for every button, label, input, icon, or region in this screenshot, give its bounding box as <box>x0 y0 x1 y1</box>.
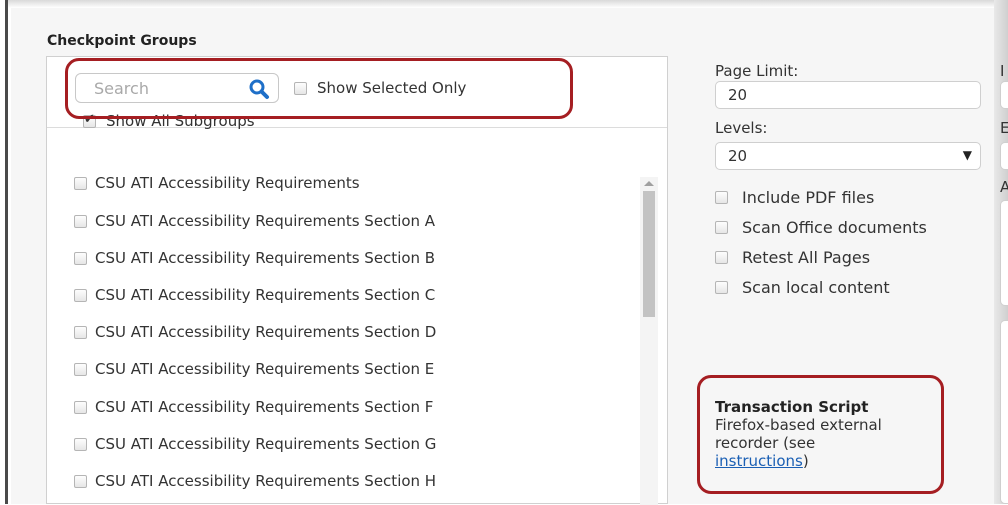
levels-label: Levels: <box>715 119 768 137</box>
scan-local-content-option[interactable]: Scan local content <box>715 278 890 297</box>
partial-column-label-1: I <box>1000 62 1005 80</box>
list-item-label: CSU ATI Accessibility Requirements <box>95 174 360 192</box>
list-item[interactable]: CSU ATI Accessibility Requirements Secti… <box>74 472 436 490</box>
partial-column-label-3: A <box>1000 178 1008 196</box>
list-item[interactable]: CSU ATI Accessibility Requirements Secti… <box>74 360 434 378</box>
list-scrollbar[interactable] <box>640 177 658 505</box>
list-item[interactable]: CSU ATI Accessibility Requirements Secti… <box>74 286 435 304</box>
list-item-label: CSU ATI Accessibility Requirements Secti… <box>95 249 436 267</box>
page-limit-label: Page Limit: <box>715 62 799 80</box>
list-item-checkbox[interactable] <box>74 362 87 376</box>
partial-column-label-2: E <box>1000 119 1008 137</box>
list-item-label: CSU ATI Accessibility Requirements Secti… <box>95 472 437 490</box>
list-item[interactable]: CSU ATI Accessibility Requirements Secti… <box>74 435 436 453</box>
list-item[interactable]: CSU ATI Accessibility Requirements Secti… <box>74 249 435 267</box>
list-item-label: CSU ATI Accessibility Requirements Secti… <box>95 360 435 378</box>
window-left-edge <box>0 0 8 504</box>
include-pdf-label: Include PDF files <box>742 188 875 207</box>
list-item-checkbox[interactable] <box>74 214 87 228</box>
page-limit-field[interactable] <box>715 81 981 109</box>
list-item[interactable]: CSU ATI Accessibility Requirements Secti… <box>74 212 435 230</box>
list-item-checkbox[interactable] <box>74 474 87 488</box>
checkpoint-groups-panel: Show Selected Only Show All Subgroups CS… <box>46 56 668 505</box>
list-item[interactable]: CSU ATI Accessibility Requirements Secti… <box>74 323 436 341</box>
list-item-label: CSU ATI Accessibility Requirements Secti… <box>95 286 436 304</box>
scan-office-checkbox[interactable] <box>715 221 728 234</box>
partial-column-textarea[interactable] <box>1000 200 1008 306</box>
list-item-label: CSU ATI Accessibility Requirements Secti… <box>95 212 436 230</box>
list-item-label: CSU ATI Accessibility Requirements Secti… <box>95 323 437 341</box>
scan-local-content-label: Scan local content <box>742 278 890 297</box>
include-pdf-checkbox[interactable] <box>715 191 728 204</box>
checkpoint-group-list: CSU ATI Accessibility Requirements CSU A… <box>47 128 667 504</box>
partial-column-field-2[interactable] <box>1000 142 1008 170</box>
retest-all-pages-option[interactable]: Retest All Pages <box>715 248 870 267</box>
list-item-checkbox[interactable] <box>74 176 87 190</box>
scroll-up-arrow-icon[interactable] <box>644 181 654 186</box>
partial-column-field-1[interactable] <box>1000 81 1008 109</box>
list-item-checkbox[interactable] <box>74 251 87 265</box>
list-item-checkbox[interactable] <box>74 325 87 339</box>
list-item-checkbox[interactable] <box>74 400 87 414</box>
chevron-down-icon: ▼ <box>962 148 972 162</box>
scrollbar-thumb[interactable] <box>643 191 655 317</box>
scan-local-content-checkbox[interactable] <box>715 281 728 294</box>
list-item-checkbox[interactable] <box>74 437 87 451</box>
window-top-edge <box>0 0 1008 8</box>
levels-select[interactable]: 20 ▼ <box>715 142 981 170</box>
retest-all-pages-label: Retest All Pages <box>742 248 871 267</box>
list-item[interactable]: CSU ATI Accessibility Requirements <box>74 174 360 192</box>
checkpoint-groups-title: Checkpoint Groups <box>47 33 197 49</box>
list-item-label: CSU ATI Accessibility Requirements Secti… <box>95 398 434 416</box>
scan-office-label: Scan Office documents <box>742 218 927 237</box>
levels-select-value: 20 <box>728 147 748 165</box>
filter-highlight-annotation <box>65 58 573 119</box>
list-item[interactable]: CSU ATI Accessibility Requirements Secti… <box>74 398 433 416</box>
retest-all-pages-checkbox[interactable] <box>715 251 728 264</box>
partial-column-panel <box>1000 320 1008 504</box>
include-pdf-option[interactable]: Include PDF files <box>715 188 874 207</box>
filter-bar: Show Selected Only Show All Subgroups <box>47 57 667 130</box>
transaction-script-highlight-annotation <box>697 375 944 494</box>
list-item-checkbox[interactable] <box>74 288 87 302</box>
list-item-label: CSU ATI Accessibility Requirements Secti… <box>95 435 437 453</box>
scan-office-option[interactable]: Scan Office documents <box>715 218 927 237</box>
